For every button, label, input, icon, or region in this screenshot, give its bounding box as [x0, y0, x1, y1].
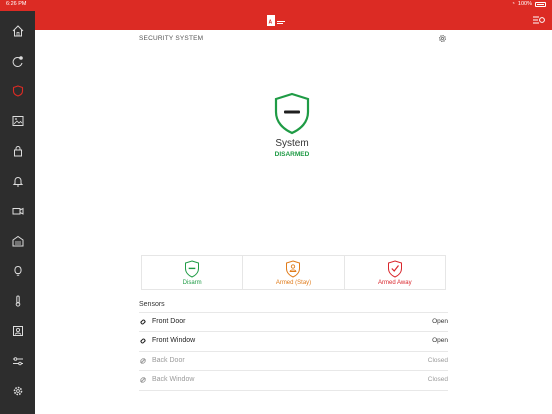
disarm-label: Disarm — [182, 280, 202, 286]
sidebar-item-contacts[interactable] — [0, 317, 35, 345]
status-indicators: ◔ 100% — [512, 1, 546, 7]
bulb-icon — [13, 265, 22, 276]
sensor-open-icon — [140, 319, 146, 325]
sidebar-item-security[interactable] — [0, 77, 35, 105]
image-icon — [12, 116, 23, 126]
armed-stay-button[interactable]: Armed (Stay) — [242, 256, 343, 289]
page-title: SECURITY SYSTEM — [139, 35, 204, 42]
camera-icon — [12, 207, 23, 215]
battery-percent: 100% — [517, 1, 532, 7]
sensor-name: Front Door — [152, 318, 186, 325]
sensor-row-back-door[interactable]: Back Door Closed — [139, 351, 448, 370]
armed-away-shield-icon — [387, 260, 402, 278]
thermostat-icon — [15, 295, 20, 307]
header-settings-icon[interactable] — [533, 15, 545, 25]
armed-stay-shield-icon — [286, 260, 301, 278]
lock-icon — [13, 146, 22, 157]
top-header: 6:26 PM ◔ 100% A — [0, 0, 552, 30]
sidebar-item-notifications[interactable] — [0, 167, 35, 195]
sidebar-item-settings[interactable] — [0, 377, 35, 405]
sliders-icon — [12, 357, 23, 366]
sidebar-item-thermostat[interactable] — [0, 287, 35, 315]
sensor-closed-icon — [139, 357, 147, 365]
sidebar-item-automation[interactable] — [0, 47, 35, 75]
sensor-state: Closed — [427, 376, 448, 383]
sensor-name: Back Window — [152, 376, 195, 383]
gear-icon — [13, 386, 22, 396]
sensor-row-back-window[interactable]: Back Window Closed — [139, 370, 448, 389]
sensor-state: Open — [432, 337, 448, 344]
sensor-closed-icon — [139, 376, 147, 384]
brand-logo: A — [267, 15, 285, 26]
armed-away-label: Armed Away — [378, 280, 412, 286]
system-status-shield-icon — [274, 92, 310, 135]
sidebar-item-garage[interactable] — [0, 227, 35, 255]
sidebar-item-cameras[interactable] — [0, 197, 35, 225]
arming-modes: Disarm Armed (Stay) Armed Away — [141, 255, 446, 290]
sensor-list-divider — [139, 390, 448, 391]
armed-stay-label: Armed (Stay) — [275, 280, 312, 286]
battery-icon — [535, 1, 546, 7]
sensor-row-front-window[interactable]: Front Window Open — [139, 331, 448, 350]
sidebar-item-photos[interactable] — [0, 107, 35, 135]
disarm-shield-icon — [185, 260, 200, 278]
sidebar-item-lights[interactable] — [0, 257, 35, 285]
sensor-name: Front Window — [152, 337, 196, 344]
system-state: DISARMED — [274, 151, 310, 158]
sidebar-item-locks[interactable] — [0, 137, 35, 165]
home-icon — [12, 25, 23, 37]
automation-icon — [12, 56, 23, 67]
garage-icon — [12, 235, 23, 247]
disarm-button[interactable]: Disarm — [142, 256, 242, 289]
system-label: System — [275, 138, 309, 149]
sidebar-item-scenes[interactable] — [0, 347, 35, 375]
sensors-title: Sensors — [139, 301, 165, 308]
contact-icon — [12, 326, 23, 336]
sensor-state: Closed — [427, 357, 448, 364]
bell-icon — [12, 177, 23, 187]
sensor-open-icon — [140, 338, 146, 344]
shield-icon — [12, 85, 23, 97]
sidebar-item-home[interactable] — [0, 17, 35, 45]
wifi-icon: ◔ — [511, 1, 515, 7]
svg-text:A: A — [269, 20, 273, 26]
security-settings-icon[interactable] — [438, 34, 447, 43]
armed-away-button[interactable]: Armed Away — [343, 256, 445, 289]
sidebar — [0, 11, 35, 414]
sensor-name: Back Door — [152, 357, 185, 364]
sensor-row-front-door[interactable]: Front Door Open — [139, 312, 448, 331]
sensor-state: Open — [432, 318, 448, 325]
status-time: 6:26 PM — [6, 1, 27, 7]
